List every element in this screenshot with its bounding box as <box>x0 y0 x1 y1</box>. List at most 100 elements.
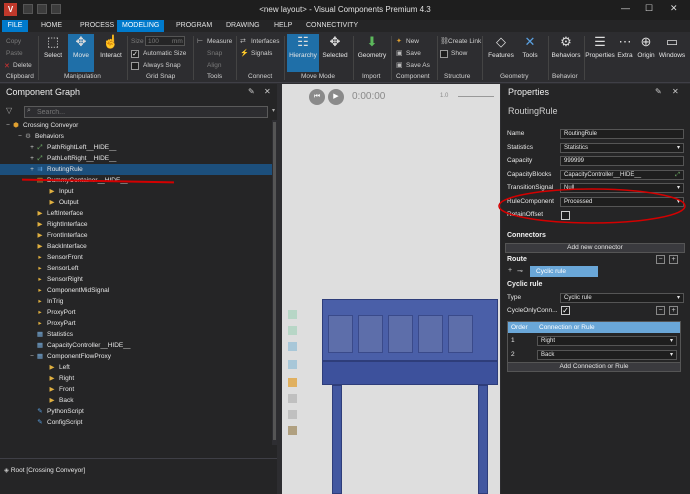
interact-button[interactable]: ☝ Interact <box>96 34 126 72</box>
play-icon[interactable]: ▶ <box>328 89 344 105</box>
extra-button[interactable]: ⋯ Extra <box>616 34 634 72</box>
measure-button[interactable]: Measure <box>207 38 232 45</box>
hierarchy-button[interactable]: ☷ Hierarchy <box>287 34 319 72</box>
tree-item[interactable]: − ▦ ComponentFlowProxy <box>0 351 272 362</box>
tree-item[interactable]: ▦ CapacityController__HIDE__ <box>0 340 272 351</box>
view-mode-icon[interactable] <box>288 342 297 351</box>
tree-item[interactable]: ▶ Input <box>0 186 272 197</box>
tree-item[interactable]: + ⇉ RoutingRule <box>0 164 272 175</box>
add-connection-or-rule-button[interactable]: Add Connection or Rule <box>507 362 681 372</box>
property-input[interactable]: CapacityController__HIDE__ ⤢ <box>560 169 684 180</box>
zoom-fit-icon[interactable] <box>288 326 297 335</box>
tree-item[interactable]: ▶ RightInterface <box>0 219 272 230</box>
tree-item[interactable]: ▸ ProxyPort <box>0 307 272 318</box>
component-search-input[interactable] <box>24 106 268 118</box>
route-cyclic-rule-item[interactable]: Cyclic rule <box>530 266 598 277</box>
paste-button[interactable]: Paste <box>6 50 23 57</box>
expand-icon[interactable]: + <box>28 153 36 164</box>
tree-scrollbar[interactable] <box>272 120 277 445</box>
tree-item[interactable]: ▸ SensorRight <box>0 274 272 285</box>
tree-item[interactable]: ▶ LeftInterface <box>0 208 272 219</box>
collapse-icon[interactable]: − <box>4 120 12 131</box>
menu-help[interactable]: HELP <box>269 20 297 32</box>
save-as-button[interactable]: Save As <box>406 62 430 69</box>
save-button[interactable]: Save <box>406 50 421 57</box>
cyclic-collapse-icon[interactable]: − <box>656 306 665 315</box>
show-checkbox[interactable] <box>440 50 448 58</box>
search-options-chevron-icon[interactable]: ▾ <box>272 107 275 114</box>
expand-icon[interactable]: + <box>28 164 36 175</box>
tree-item[interactable]: ▶ Output <box>0 197 272 208</box>
tree-item[interactable]: ✎ ConfigScript <box>0 417 272 428</box>
menu-file[interactable]: FILE <box>2 20 28 32</box>
tree-scrollbar-thumb[interactable] <box>273 122 276 440</box>
property-select[interactable]: Statistics ▾ <box>560 142 684 153</box>
table-row[interactable]: 1 Right ▾ <box>508 334 680 348</box>
conveyor-3d-model[interactable] <box>322 299 498 494</box>
always-snap-checkbox[interactable] <box>131 62 139 70</box>
origin-button[interactable]: ⊕ Origin <box>635 34 657 72</box>
automatic-size-checkbox[interactable]: ✓ <box>131 50 139 58</box>
menu-program[interactable]: PROGRAM <box>171 20 217 32</box>
pin-icon[interactable]: ✎ <box>248 87 255 96</box>
select-button[interactable]: ⬚ Select <box>40 34 66 72</box>
tree-item[interactable]: ▸ ProxyPart <box>0 318 272 329</box>
tree-item[interactable]: ▶ Left <box>0 362 272 373</box>
tree-item[interactable]: ▦ Statistics <box>0 329 272 340</box>
reset-simulation-icon[interactable]: ⏮ <box>309 89 325 105</box>
connection-select[interactable]: Back ▾ <box>537 350 677 360</box>
delete-button[interactable]: Delete <box>13 62 32 69</box>
windows-button[interactable]: ▭ Windows <box>658 34 686 72</box>
table-row[interactable]: 2 Back ▾ <box>508 348 680 362</box>
signals-button[interactable]: Signals <box>251 50 272 57</box>
selection-box-icon[interactable] <box>288 378 297 387</box>
property-input[interactable]: RoutingRule <box>560 129 684 139</box>
tree-item[interactable]: + ⤢ PathLeftRight__HIDE__ <box>0 153 272 164</box>
tree-item[interactable]: ▶ BackInterface <box>0 241 272 252</box>
route-expand-icon[interactable]: + <box>669 255 678 264</box>
grid-size-field[interactable]: 100 mm <box>145 36 185 46</box>
route-collapse-icon[interactable]: − <box>656 255 665 264</box>
menu-home[interactable]: HOME <box>36 20 67 32</box>
tree-item[interactable]: ▸ SensorLeft <box>0 263 272 274</box>
copy-button[interactable]: Copy <box>6 38 21 45</box>
tree-item[interactable]: ▸ ComponentMidSignal <box>0 285 272 296</box>
menu-connectivity[interactable]: CONNECTIVITY <box>301 20 363 32</box>
maximize-icon[interactable]: ☐ <box>645 3 653 14</box>
tree-item[interactable]: ▶ Back <box>0 395 272 406</box>
filter-icon[interactable]: ▽ <box>6 106 12 115</box>
fill-view-icon[interactable] <box>288 310 297 319</box>
menu-process[interactable]: PROCESS <box>75 20 119 32</box>
cycle-only-checkbox[interactable]: ✓ <box>561 306 570 315</box>
speed-slider[interactable] <box>458 96 494 97</box>
axis-icon[interactable] <box>288 394 297 403</box>
root-node[interactable]: ◈ Root [Crossing Conveyor] <box>4 466 85 476</box>
new-button[interactable]: New <box>406 38 419 45</box>
add-new-connector-button[interactable]: Add new connector <box>505 243 685 253</box>
menu-drawing[interactable]: DRAWING <box>221 20 265 32</box>
cyclic-expand-icon[interactable]: + <box>669 306 678 315</box>
box-3d-icon[interactable] <box>288 426 297 435</box>
tree-item[interactable]: − ⬢ Crossing Conveyor <box>0 120 272 131</box>
properties-pin-icon[interactable]: ✎ <box>655 87 662 96</box>
tree-item[interactable]: ▶ FrontInterface <box>0 230 272 241</box>
connection-select[interactable]: Right ▾ <box>537 336 677 346</box>
properties-close-icon[interactable]: ✕ <box>672 87 679 96</box>
tree-item[interactable]: + ⤢ PathRightLeft__HIDE__ <box>0 142 272 153</box>
close-icon[interactable]: ✕ <box>670 3 678 14</box>
collapse-icon[interactable]: − <box>16 131 24 142</box>
properties-ribbon-button[interactable]: ☰ Properties <box>585 34 615 72</box>
features-button[interactable]: ◇ Features <box>486 34 516 72</box>
measure-view-icon[interactable] <box>288 410 297 419</box>
align-button[interactable]: Align <box>207 62 221 69</box>
panel-close-icon[interactable]: ✕ <box>264 87 271 96</box>
edit-list-icon[interactable]: ⤢ <box>675 171 680 179</box>
collapse-icon[interactable]: − <box>28 351 36 362</box>
tree-item[interactable]: ▸ InTrig <box>0 296 272 307</box>
route-add-icon[interactable]: + <box>508 267 512 274</box>
menu-modeling[interactable]: MODELING <box>117 20 165 32</box>
geometry-tools-button[interactable]: ✕ Tools <box>517 34 543 72</box>
behaviors-button[interactable]: ⚙ Behaviors <box>550 34 582 72</box>
tree-item[interactable]: − ⚙ Behaviors <box>0 131 272 142</box>
3d-viewport[interactable]: ⏮ ▶ 0:00:00 1.0 <box>282 84 500 494</box>
